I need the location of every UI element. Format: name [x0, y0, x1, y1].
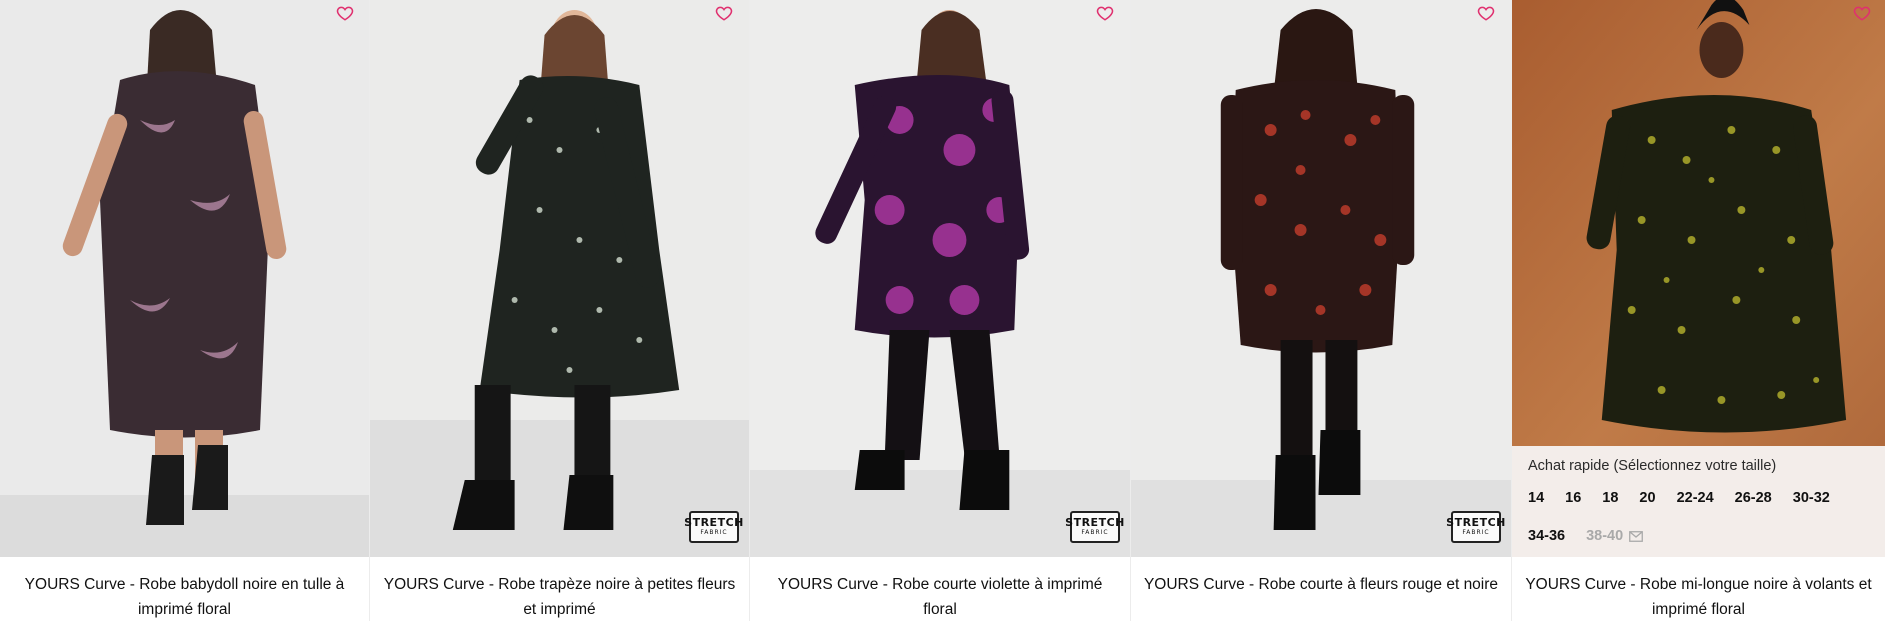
fabric-badge-text: FABRIC [1462, 529, 1490, 536]
product-image[interactable] [0, 0, 369, 557]
size-option-label: 38-40 [1586, 528, 1624, 544]
quick-buy-panel: Achat rapide (Sélectionnez votre taille)… [1512, 446, 1885, 557]
heart-outline-icon [1477, 6, 1495, 21]
size-option[interactable]: 26-28 [1735, 488, 1772, 508]
size-option[interactable]: 14 [1528, 488, 1544, 508]
product-card: Achat rapide (Sélectionnez votre taille)… [1511, 0, 1885, 621]
product-title[interactable]: YOURS Curve - Robe mi-longue noire à vol… [1522, 572, 1875, 621]
stretch-fabric-badge: STRETCH FABRIC [1065, 511, 1124, 543]
product-title-link[interactable]: YOURS Curve - Robe courte à fleurs rouge… [1144, 576, 1498, 593]
product-title-link[interactable]: YOURS Curve - Robe courte violette à imp… [778, 576, 1103, 618]
fabric-badge-text: FABRIC [1081, 529, 1109, 536]
product-title-link[interactable]: YOURS Curve - Robe babydoll noire en tul… [25, 576, 345, 618]
quick-buy-label: Achat rapide (Sélectionnez votre taille) [1528, 458, 1777, 474]
size-option[interactable]: 16 [1565, 488, 1581, 508]
product-image[interactable]: STRETCH FABRIC [370, 0, 749, 557]
product-photo[interactable] [370, 0, 749, 557]
product-title-link[interactable]: YOURS Curve - Robe mi-longue noire à vol… [1525, 576, 1871, 618]
size-option[interactable]: 18 [1602, 488, 1618, 508]
wishlist-button[interactable] [1475, 2, 1497, 24]
product-image[interactable] [1512, 0, 1885, 446]
product-photo[interactable] [1512, 0, 1885, 446]
product-title[interactable]: YOURS Curve - Robe trapèze noire à petit… [380, 572, 739, 621]
product-title-link[interactable]: YOURS Curve - Robe trapèze noire à petit… [384, 576, 736, 618]
stretch-badge-text: STRETCH [1446, 516, 1506, 529]
product-photo[interactable] [750, 0, 1130, 557]
heart-outline-icon [336, 6, 354, 21]
product-title[interactable]: YOURS Curve - Robe courte à fleurs rouge… [1141, 572, 1501, 597]
heart-outline-icon [1853, 6, 1871, 21]
stretch-fabric-badge: STRETCH FABRIC [684, 511, 743, 543]
product-photo[interactable] [1131, 0, 1511, 557]
size-option[interactable]: 30-32 [1793, 488, 1830, 508]
stretch-badge-text: STRETCH [684, 516, 744, 529]
product-photo[interactable] [0, 0, 369, 557]
product-image[interactable]: STRETCH FABRIC [1131, 0, 1511, 557]
fabric-badge-text: FABRIC [700, 529, 728, 536]
product-card: STRETCH FABRIC YOURS Curve - Robe courte… [1130, 0, 1511, 621]
size-list: 14 16 18 20 22-24 26-28 30-32 34-36 38-4… [1528, 488, 1869, 546]
size-option[interactable]: 20 [1639, 488, 1655, 508]
envelope-icon [1629, 530, 1644, 542]
wishlist-button[interactable] [1851, 2, 1873, 24]
wishlist-button[interactable] [713, 2, 735, 24]
wishlist-button[interactable] [334, 2, 356, 24]
heart-outline-icon [1096, 6, 1114, 21]
product-card: STRETCH FABRIC YOURS Curve - Robe courte… [749, 0, 1130, 621]
stretch-badge-text: STRETCH [1065, 516, 1125, 529]
heart-outline-icon [715, 6, 733, 21]
product-card: STRETCH FABRIC YOURS Curve - Robe trapèz… [369, 0, 749, 621]
product-grid: YOURS Curve - Robe babydoll noire en tul… [0, 0, 1885, 621]
stretch-fabric-badge: STRETCH FABRIC [1446, 511, 1505, 543]
product-title[interactable]: YOURS Curve - Robe babydoll noire en tul… [10, 572, 359, 621]
product-card: YOURS Curve - Robe babydoll noire en tul… [0, 0, 369, 621]
product-title[interactable]: YOURS Curve - Robe courte violette à imp… [760, 572, 1120, 621]
size-option[interactable]: 34-36 [1528, 526, 1565, 546]
wishlist-button[interactable] [1094, 2, 1116, 24]
size-option[interactable]: 22-24 [1677, 488, 1714, 508]
product-image[interactable]: STRETCH FABRIC [750, 0, 1130, 557]
size-option-out-of-stock[interactable]: 38-40 [1586, 526, 1644, 546]
